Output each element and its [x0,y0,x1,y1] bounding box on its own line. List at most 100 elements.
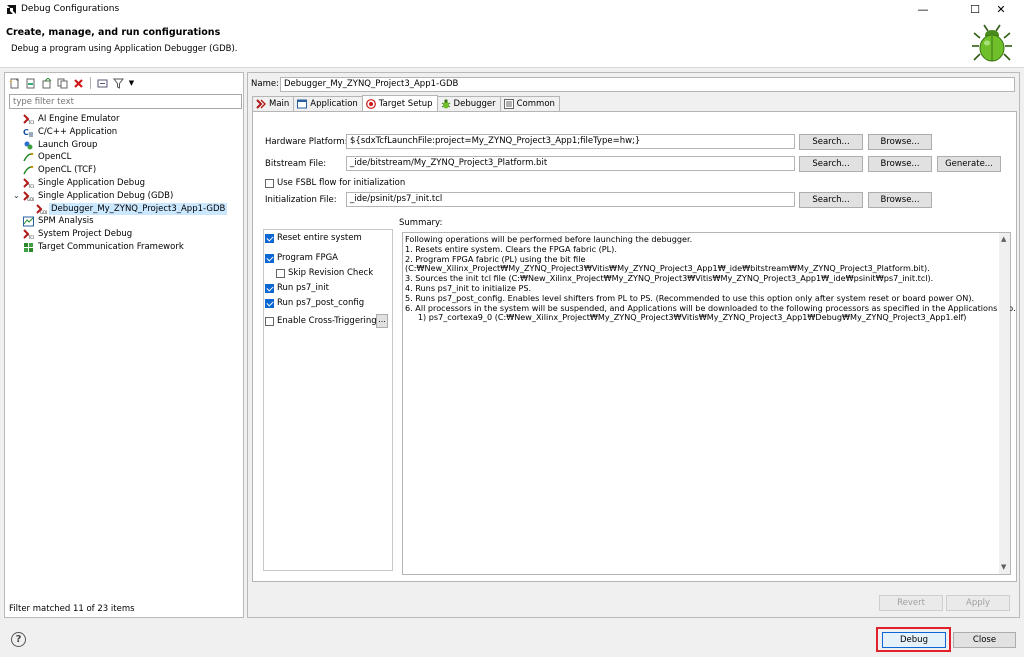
hardware-platform-input[interactable]: ${sdxTcfLaunchFile:project=My_ZYNQ_Proje… [346,134,795,149]
checkbox-box[interactable] [265,178,274,188]
checkbox-box[interactable] [276,268,285,278]
minimize-button[interactable]: — [903,1,943,19]
filter-icon [113,78,124,89]
filter-menu-chevron-down-icon[interactable]: ▼ [128,77,135,90]
scroll-down-icon[interactable]: ▼ [1001,563,1006,571]
delete-config-button[interactable] [72,77,85,90]
summary-scrollbar[interactable]: ▲ ▼ [999,233,1010,574]
filter-input[interactable] [9,94,242,109]
option-run-ps7-post-config[interactable]: Run ps7_post_config [265,298,364,308]
option-run-ps7-init[interactable]: Run ps7_init [265,283,329,293]
tree-item-single-application-debug-gdb[interactable]: ⌄ GDB Single Application Debug (GDB) [5,190,243,203]
debug-button[interactable]: Debug [882,632,946,648]
tree-item-spm-analysis[interactable]: SPM Analysis [5,215,243,228]
option-program-fpga[interactable]: Program FPGA [265,253,338,263]
tab-debugger[interactable]: Debugger [436,96,501,111]
checkbox-box[interactable] [265,233,274,243]
fsbl-flow-checkbox[interactable]: Use FSBL flow for initialization [265,178,405,188]
svg-text:GDB: GDB [40,210,47,215]
scroll-up-icon[interactable]: ▲ [1001,235,1006,243]
close-window-button[interactable]: ✕ [981,1,1021,19]
name-input[interactable]: Debugger_My_ZYNQ_Project3_App1-GDB [280,77,1015,92]
hw-browse-button[interactable]: Browse... [868,134,932,150]
opencl-icon [23,165,34,175]
window-title: Debug Configurations [21,4,120,14]
tab-target-setup[interactable]: Target Setup [361,95,438,111]
new-config-button[interactable]: + [8,77,21,90]
option-skip-revision-check[interactable]: Skip Revision Check [276,268,373,278]
new-file-icon: + [9,78,19,88]
bit-search-button[interactable]: Search... [799,156,863,172]
target-setup-tab-content: Hardware Platform: ${sdxTcfLaunchFile:pr… [252,111,1017,582]
svg-text:TCF: TCF [27,235,34,240]
tree-item-ai-engine-emulator[interactable]: TCF AI Engine Emulator [5,113,243,126]
init-search-button[interactable]: Search... [799,192,863,208]
tcf-green-icon [24,242,33,252]
tcf-icon: TCF [23,178,34,189]
tab-common[interactable]: Common [499,96,560,111]
title-bar: Debug Configurations — ☐ ✕ [0,0,1024,20]
duplicate-config-button[interactable] [56,77,69,90]
bit-generate-button[interactable]: Generate... [937,156,1001,172]
tab-application[interactable]: Application [293,96,363,111]
summary-line: 1) ps7_cortexa9_0 (C:₩New_Xilinx_Project… [405,312,967,323]
tree-item-opencl[interactable]: OpenCL [5,151,243,164]
svg-text:C: C [23,128,29,137]
dialog-header: Create, manage, and run configurations D… [0,20,1024,68]
common-icon [503,99,514,109]
launch-group-icon [24,141,33,150]
amd-logo-icon [7,5,16,14]
checkbox-box[interactable] [265,283,274,293]
hw-search-button[interactable]: Search... [799,134,863,150]
tree-item-single-application-debug[interactable]: TCF Single Application Debug [5,177,243,190]
config-editor-panel: Name: Debugger_My_ZYNQ_Project3_App1-GDB… [247,72,1020,618]
tree-item-system-project-debug[interactable]: TCF System Project Debug [5,228,243,241]
c-app-icon: C [23,128,33,137]
collapse-all-button[interactable] [96,77,109,90]
header-subtitle: Debug a program using Application Debugg… [11,44,238,54]
tcf-icon: TCF [23,229,34,240]
tree-item-opencl-tcf[interactable]: OpenCL (TCF) [5,164,243,177]
svg-text:+: + [9,79,13,85]
option-enable-cross-triggering[interactable]: Enable Cross-Triggering [265,316,377,326]
filter-button[interactable] [112,77,125,90]
hardware-platform-label: Hardware Platform: [265,137,348,147]
tree-item-c-cpp-application[interactable]: C C/C++ Application [5,126,243,139]
summary-text-area[interactable]: Following operations will be performed b… [402,232,1016,575]
option-reset-entire-system[interactable]: Reset entire system [265,233,362,243]
apply-button[interactable]: Apply [946,595,1010,611]
summary-label: Summary: [399,218,443,228]
duplicate-icon [57,78,68,88]
new-prototype-button[interactable] [24,77,37,90]
svg-text:GDB: GDB [27,197,34,202]
expanded-chevron-down-icon[interactable]: ⌄ [13,190,20,203]
tree-toolbar: + ▼ [8,76,135,90]
checkbox-box[interactable] [265,253,274,263]
init-browse-button[interactable]: Browse... [868,192,932,208]
cross-trigger-settings-button[interactable]: ... [376,314,388,328]
spm-icon [23,216,34,227]
help-icon[interactable]: ? [11,632,26,647]
tree-item-debugger-my-zynq-project3-app1-gdb[interactable]: GDB Debugger_My_ZYNQ_Project3_App1-GDB [5,202,243,216]
tab-main[interactable]: Main [252,96,295,111]
gdb-icon: GDB [23,191,34,202]
bitstream-file-input[interactable]: _ide/bitstream/My_ZYNQ_Project3_Platform… [346,156,795,171]
config-tabs: Main Application Target Setup Debugger C… [252,95,560,112]
collapse-all-icon [97,79,108,87]
close-button[interactable]: Close [953,632,1016,648]
bit-browse-button[interactable]: Browse... [868,156,932,172]
initialization-file-input[interactable]: _ide/psinit/ps7_init.tcl [346,192,795,207]
main-icon [256,99,266,109]
checkbox-box[interactable] [265,316,274,326]
debug-bug-icon [972,24,1012,62]
export-config-button[interactable] [40,77,53,90]
tcf-icon: TCF [23,114,34,125]
toolbar-separator [90,77,91,89]
svg-text:TCF: TCF [27,184,34,189]
tree-item-target-communication-framework[interactable]: Target Communication Framework [5,241,243,254]
filter-status: Filter matched 11 of 23 items [9,604,135,614]
revert-button[interactable]: Revert [879,595,943,611]
bitstream-file-label: Bitstream File: [265,159,327,169]
tree-item-launch-group[interactable]: Launch Group [5,139,243,152]
checkbox-box[interactable] [265,298,274,308]
